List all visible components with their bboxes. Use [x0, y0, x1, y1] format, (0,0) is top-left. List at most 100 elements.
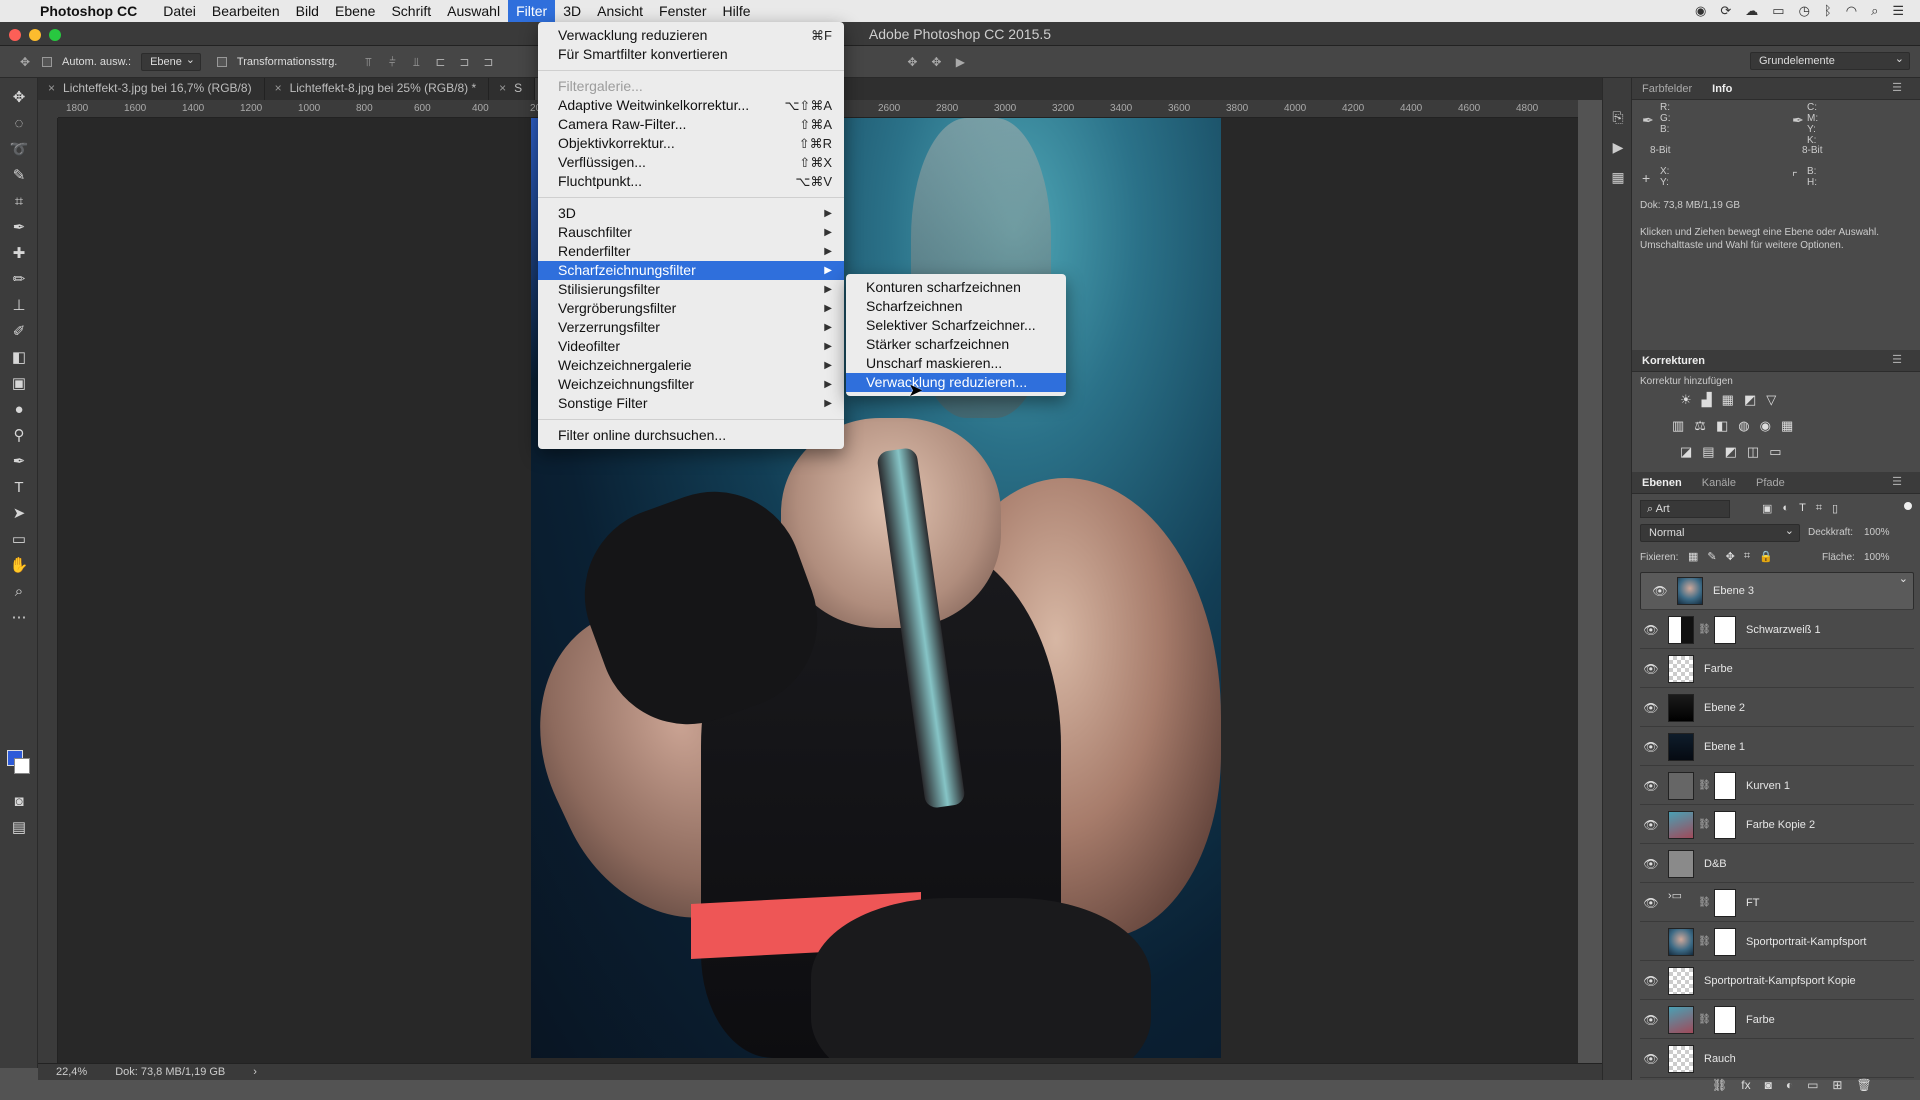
layer-visibility-icon[interactable]: 👁: [1640, 896, 1662, 910]
menu-bild[interactable]: Bild: [288, 0, 327, 22]
layer-name[interactable]: Ebene 1: [1704, 741, 1745, 753]
vertical-ruler[interactable]: [38, 118, 58, 1063]
layer-name[interactable]: Sportportrait-Kampfsport: [1746, 936, 1866, 948]
layer-row[interactable]: 👁 ›▭ ⛓ FT: [1640, 884, 1914, 922]
panel-menu-icon[interactable]: ☰: [1882, 81, 1912, 94]
layer-row[interactable]: ⛓ Sportportrait-Kampfsport: [1640, 923, 1914, 961]
vibrance-icon[interactable]: ▽: [1766, 392, 1776, 408]
layer-row[interactable]: 👁 ⛓ Schwarzweiß 1: [1640, 611, 1914, 649]
new-layer-icon[interactable]: ⊞: [1832, 1078, 1842, 1092]
layer-thumbnail[interactable]: [1668, 1044, 1694, 1073]
fx-icon[interactable]: fx: [1741, 1078, 1750, 1092]
layer-thumbnail[interactable]: [1668, 927, 1694, 956]
lasso-tool-icon[interactable]: ➰: [0, 136, 38, 162]
layer-visibility-icon[interactable]: 👁: [1640, 857, 1662, 871]
layer-mask-thumbnail[interactable]: [1714, 810, 1736, 839]
pen-tool-icon[interactable]: ✒: [0, 448, 38, 474]
transform-checkbox[interactable]: [216, 56, 227, 67]
layer-visibility-icon[interactable]: 👁: [1640, 818, 1662, 832]
menu-fenster[interactable]: Fenster: [651, 0, 714, 22]
layer-thumbnail[interactable]: [1668, 966, 1694, 995]
layer-row[interactable]: 👁 Sportportrait-Kampfsport Kopie: [1640, 962, 1914, 1000]
layer-name[interactable]: Schwarzweiß 1: [1746, 624, 1821, 636]
layer-name[interactable]: FT: [1746, 897, 1759, 909]
menu-3d[interactable]: 3D: [555, 0, 589, 22]
layer-name[interactable]: Farbe: [1746, 1014, 1775, 1026]
new-group-icon[interactable]: ▭: [1807, 1078, 1818, 1092]
filter-smart-icon[interactable]: ▯: [1832, 502, 1838, 515]
layer-mask-thumbnail[interactable]: [1714, 771, 1736, 800]
curves-icon[interactable]: ▦: [1722, 392, 1734, 408]
layer-mask-thumbnail[interactable]: [1714, 615, 1736, 644]
path-select-tool-icon[interactable]: ➤: [0, 500, 38, 526]
hand-tool-icon[interactable]: ✋: [0, 552, 38, 578]
crop-tool-icon[interactable]: ⌗: [0, 188, 38, 214]
exposure-icon[interactable]: ◩: [1744, 392, 1756, 408]
history-brush-tool-icon[interactable]: ✐: [0, 318, 38, 344]
color-lookup-icon[interactable]: ▦: [1781, 418, 1793, 434]
filter-shape-icon[interactable]: ⌗: [1816, 502, 1822, 515]
filter-pixel-icon[interactable]: ▣: [1762, 502, 1772, 515]
layer-name[interactable]: Kurven 1: [1746, 780, 1790, 792]
align-middle-icon[interactable]: ⫩: [385, 55, 399, 69]
blur-tool-icon[interactable]: ●: [0, 396, 38, 422]
menu-item-verzerrungsfilter[interactable]: Verzerrungsfilter ▶: [538, 318, 844, 337]
align-bottom-icon[interactable]: ⫫: [409, 55, 423, 69]
lock-position-icon[interactable]: ✥: [1726, 550, 1735, 563]
layer-visibility-icon[interactable]: 👁: [1640, 662, 1662, 676]
levels-icon[interactable]: ▟: [1702, 392, 1712, 408]
actions-panel-icon[interactable]: ▶: [1603, 132, 1633, 162]
channel-mixer-icon[interactable]: ◉: [1760, 418, 1771, 434]
gradient-map-icon[interactable]: ▭: [1769, 444, 1781, 460]
menu-item-camera-raw-filter[interactable]: Camera Raw-Filter... ⇧⌘A: [538, 115, 844, 134]
close-tab-icon[interactable]: ×: [48, 81, 55, 95]
sync-icon[interactable]: ⟳: [1720, 3, 1731, 19]
menu-item-stilisierungsfilter[interactable]: Stilisierungsfilter ▶: [538, 280, 844, 299]
layer-row[interactable]: 👁 Ebene 3: [1640, 572, 1914, 610]
layer-visibility-icon[interactable]: 👁: [1640, 779, 1662, 793]
brush-tool-icon[interactable]: ✏: [0, 266, 38, 292]
submenu-item-selektiver-scharfzeichner[interactable]: Selektiver Scharfzeichner...: [846, 316, 1066, 335]
menu-item-weichzeichnergalerie[interactable]: Weichzeichnergalerie ▶: [538, 356, 844, 375]
tab-paths[interactable]: Pfade: [1746, 477, 1795, 489]
rectangle-tool-icon[interactable]: ▭: [0, 526, 38, 552]
menu-ansicht[interactable]: Ansicht: [589, 0, 651, 22]
menu-item-renderfilter[interactable]: Renderfilter ▶: [538, 242, 844, 261]
layer-row[interactable]: 👁 D&B: [1640, 845, 1914, 883]
opacity-value[interactable]: 100%: [1864, 527, 1890, 538]
align-center-icon[interactable]: ⊐: [457, 55, 471, 69]
3d-pan-icon[interactable]: ✥: [929, 55, 943, 69]
layer-thumbnail[interactable]: [1677, 577, 1703, 605]
invert-icon[interactable]: ◪: [1680, 444, 1692, 460]
layer-filter-select[interactable]: ⌕ Art: [1640, 500, 1730, 518]
layer-visibility-icon[interactable]: 👁: [1640, 1052, 1662, 1066]
wifi-icon[interactable]: ◠: [1846, 3, 1857, 19]
layer-name[interactable]: Farbe: [1704, 663, 1733, 675]
move-tool-icon[interactable]: ✥: [0, 84, 38, 110]
menu-item-objektivkorrektur[interactable]: Objektivkorrektur... ⇧⌘R: [538, 134, 844, 153]
align-top-icon[interactable]: ⫪: [361, 55, 375, 69]
layer-row[interactable]: 👁 ⛓ Kurven 1: [1640, 767, 1914, 805]
layer-visibility-icon[interactable]: 👁: [1640, 623, 1662, 637]
layer-thumbnail[interactable]: [1668, 615, 1694, 644]
bluetooth-icon[interactable]: ᛒ: [1824, 3, 1832, 19]
layer-row[interactable]: 👁 Rauch: [1640, 1040, 1914, 1078]
document-tab[interactable]: × Lichteffekt-3.jpg bei 16,7% (RGB/8): [38, 78, 265, 100]
gradient-tool-icon[interactable]: ▣: [0, 370, 38, 396]
screen-mode-icon[interactable]: ▤: [0, 814, 38, 840]
mask-link-icon[interactable]: ⛓: [1698, 819, 1711, 830]
auto-select-dropdown[interactable]: Ebene: [141, 52, 201, 71]
fill-value[interactable]: 100%: [1864, 552, 1890, 563]
menu-item-sonstige-filter[interactable]: Sonstige Filter ▶: [538, 394, 844, 413]
tab-channels[interactable]: Kanäle: [1692, 477, 1746, 489]
menu-item-scharfzeichnungsfilter[interactable]: Scharfzeichnungsfilter ▶: [538, 261, 844, 280]
layer-name[interactable]: Sportportrait-Kampfsport Kopie: [1704, 975, 1856, 987]
time-machine-icon[interactable]: ◷: [1799, 3, 1810, 19]
layer-row[interactable]: 👁 Ebene 1: [1640, 728, 1914, 766]
submenu-item-konturen-scharfzeichnen[interactable]: Konturen scharfzeichnen: [846, 278, 1066, 297]
blend-mode-select[interactable]: Normal: [1640, 524, 1800, 542]
layer-mask-thumbnail[interactable]: [1714, 1005, 1736, 1034]
layer-name[interactable]: D&B: [1704, 858, 1727, 870]
marquee-tool-icon[interactable]: ◌: [0, 110, 38, 136]
background-color-swatch[interactable]: [14, 758, 30, 774]
